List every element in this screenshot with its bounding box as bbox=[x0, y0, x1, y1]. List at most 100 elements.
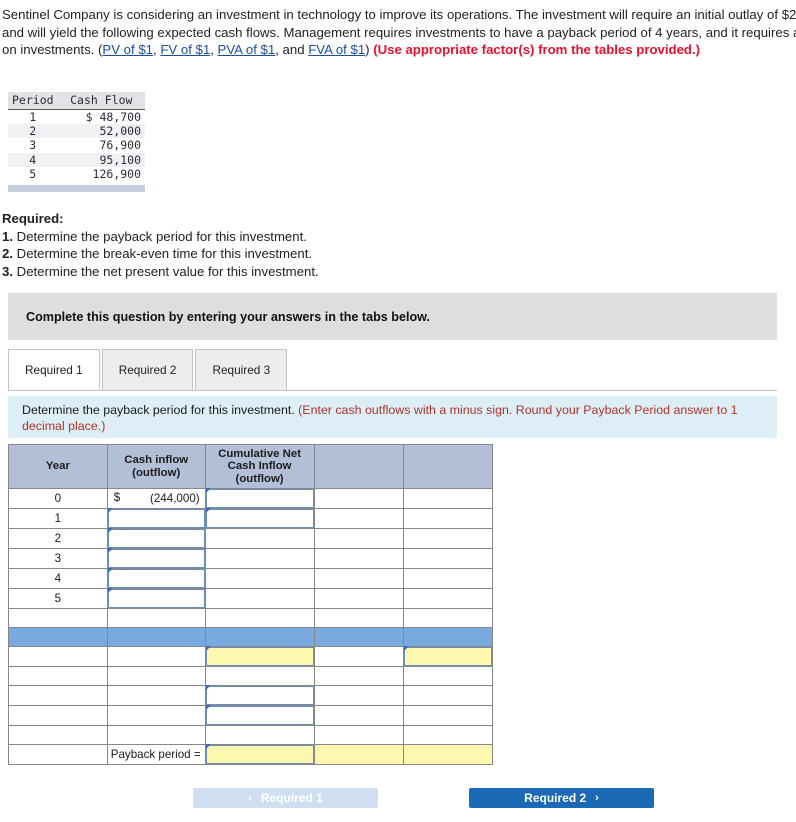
instruction-banner-text: Complete this question by entering your … bbox=[26, 309, 430, 324]
summary-col3-cell[interactable] bbox=[204, 646, 315, 668]
cash-flow-header-cashflow: Cash Flow bbox=[57, 92, 145, 110]
answer-row-4-cash-cell[interactable] bbox=[106, 568, 206, 590]
answer-grid-header-cash-inflow: Cash inflow (outflow) bbox=[106, 443, 206, 490]
payback-fill-4 bbox=[313, 744, 405, 766]
problem-statement: Sentinel Company is considering an inves… bbox=[2, 6, 796, 59]
link-fva-of-1[interactable]: FVA of $1 bbox=[308, 42, 365, 57]
answer-row-3-cash-cell[interactable] bbox=[106, 548, 206, 570]
cash-flow-period-3: 3 bbox=[29, 138, 37, 153]
payback-period-label: Payback period = bbox=[106, 744, 206, 766]
required-item-1: 1. Determine the payback period for this… bbox=[2, 228, 319, 246]
answer-row-1-cash-cell[interactable] bbox=[106, 508, 206, 530]
summary-blank-4 bbox=[313, 646, 405, 668]
problem-line-1: Sentinel Company is considering an inves… bbox=[2, 7, 779, 22]
spacer-cell-2 bbox=[106, 608, 206, 629]
answer-row-3-blank-4 bbox=[313, 548, 405, 570]
tab-required-2[interactable]: Required 2 bbox=[101, 349, 194, 390]
input-payback-period[interactable] bbox=[205, 744, 314, 765]
detail-b-col3-cell[interactable] bbox=[204, 705, 315, 727]
answer-row-1-blank-5 bbox=[403, 508, 493, 530]
sub-instruction: Determine the payback period for this in… bbox=[8, 396, 777, 438]
tab-required-3[interactable]: Required 3 bbox=[195, 349, 288, 390]
answer-row-3-year: 3 bbox=[8, 548, 108, 570]
link-pv-of-1[interactable]: PV of $1 bbox=[102, 42, 153, 57]
answer-row-5-blank-4 bbox=[313, 588, 405, 610]
answer-row-5-blank-5 bbox=[403, 588, 493, 610]
answer-row-5-cash-cell[interactable] bbox=[106, 588, 206, 610]
blue-divider-cell-4 bbox=[313, 627, 405, 648]
dollar-sign-icon: $ bbox=[113, 491, 121, 505]
answer-grid-header-cumulative: Cumulative Net Cash Inflow (outflow) bbox=[204, 443, 315, 490]
answer-grid-header-cash-inflow-l1: Cash inflow bbox=[124, 454, 189, 467]
tab-required-1[interactable]: Required 1 bbox=[8, 349, 100, 390]
cash-flow-period-4: 4 bbox=[8, 152, 58, 167]
answer-row-4-blank-5 bbox=[403, 568, 493, 590]
answer-row-2-cash-cell[interactable] bbox=[106, 528, 206, 550]
link-sep-3: , and bbox=[275, 42, 309, 58]
answer-row-4-year: 4 bbox=[8, 568, 108, 590]
detail-row-a bbox=[8, 685, 493, 707]
cell-flag-icon bbox=[205, 508, 211, 514]
input-row5-cash[interactable] bbox=[107, 588, 205, 609]
detail-b-blank-1 bbox=[8, 705, 108, 727]
navigation-buttons: ‹ Required 1 Required 2 › bbox=[193, 788, 654, 808]
detail-b-blank-5 bbox=[403, 705, 493, 727]
cash-flow-value-2: 52,000 bbox=[57, 124, 145, 139]
table-row: 2 bbox=[8, 528, 493, 550]
summary-col5-cell[interactable] bbox=[403, 646, 493, 668]
answer-row-0-cash-value: (244,000) bbox=[150, 492, 200, 506]
summary-blank-1 bbox=[8, 646, 108, 668]
payback-period-input-cell[interactable] bbox=[204, 744, 315, 766]
required-item-2-number: 2. bbox=[2, 246, 13, 262]
input-row1-cash[interactable] bbox=[107, 508, 205, 529]
cash-flow-value-1: $ 48,700 bbox=[85, 110, 141, 124]
blank2-cell-2 bbox=[106, 725, 206, 746]
blank-cell-5 bbox=[403, 666, 493, 687]
cash-flow-table-wrapper: Period Cash Flow 1 $ 48,700 2 52,000 3 7… bbox=[8, 92, 145, 193]
payback-blank-1 bbox=[8, 744, 108, 766]
cell-flag-icon bbox=[205, 705, 211, 711]
cash-flow-table: Period Cash Flow 1 $ 48,700 2 52,000 3 7… bbox=[8, 92, 145, 181]
input-detail-b-col3[interactable] bbox=[205, 705, 314, 726]
detail-a-col3-cell[interactable] bbox=[204, 685, 315, 707]
chevron-right-icon: › bbox=[595, 792, 599, 804]
link-pva-of-1[interactable]: PVA of $1 bbox=[218, 42, 276, 57]
required-section: Required: 1. Determine the payback perio… bbox=[2, 210, 319, 280]
answer-row-0-blank-5 bbox=[403, 488, 493, 510]
cash-flow-period-5: 5 bbox=[29, 166, 37, 181]
answer-grid-header-row: Year Cash inflow (outflow) Cumulative Ne… bbox=[8, 443, 493, 490]
table-row-spacer bbox=[8, 608, 493, 629]
cell-flag-icon bbox=[107, 548, 113, 554]
answer-row-2-year: 2 bbox=[8, 528, 108, 550]
cell-flag-icon bbox=[205, 646, 211, 652]
input-row2-cash[interactable] bbox=[107, 528, 205, 549]
answer-row-4-blank-4 bbox=[313, 568, 405, 590]
answer-grid-header-blank-4 bbox=[313, 443, 405, 490]
table-row: 0 $ (244,000) bbox=[8, 488, 493, 510]
blank2-cell-1 bbox=[8, 725, 108, 746]
summary-blank-2 bbox=[106, 646, 206, 668]
answer-row-1-cumulative-cell[interactable] bbox=[204, 508, 315, 530]
input-summary-col5[interactable] bbox=[404, 646, 492, 667]
input-row4-cash[interactable] bbox=[107, 568, 205, 589]
cell-flag-icon bbox=[107, 528, 113, 534]
table-row: 1 $ 48,700 bbox=[8, 110, 145, 125]
input-detail-a-col3[interactable] bbox=[205, 685, 314, 706]
table-row-blank bbox=[8, 666, 493, 687]
input-row1-cumulative[interactable] bbox=[205, 508, 314, 529]
input-row3-cash[interactable] bbox=[107, 548, 205, 569]
answer-grid-header-cash-inflow-l2: (outflow) bbox=[132, 466, 181, 479]
detail-row-b bbox=[8, 705, 493, 727]
input-row0-cumulative[interactable] bbox=[205, 488, 314, 509]
spacer-cell-4 bbox=[313, 608, 405, 629]
blue-divider-cell-3 bbox=[204, 627, 315, 648]
input-summary-col3[interactable] bbox=[205, 646, 314, 667]
table-row: 4 bbox=[8, 568, 493, 590]
required-item-3-number: 3. bbox=[2, 263, 13, 279]
answer-row-0-cumulative-cell[interactable] bbox=[204, 488, 315, 510]
prev-required-1-button[interactable]: ‹ Required 1 bbox=[193, 788, 378, 808]
instruction-banner: Complete this question by entering your … bbox=[8, 293, 777, 340]
link-fv-of-1[interactable]: FV of $1 bbox=[160, 42, 210, 57]
table-row-blank-2 bbox=[8, 725, 493, 746]
next-required-2-button[interactable]: Required 2 › bbox=[469, 788, 654, 808]
